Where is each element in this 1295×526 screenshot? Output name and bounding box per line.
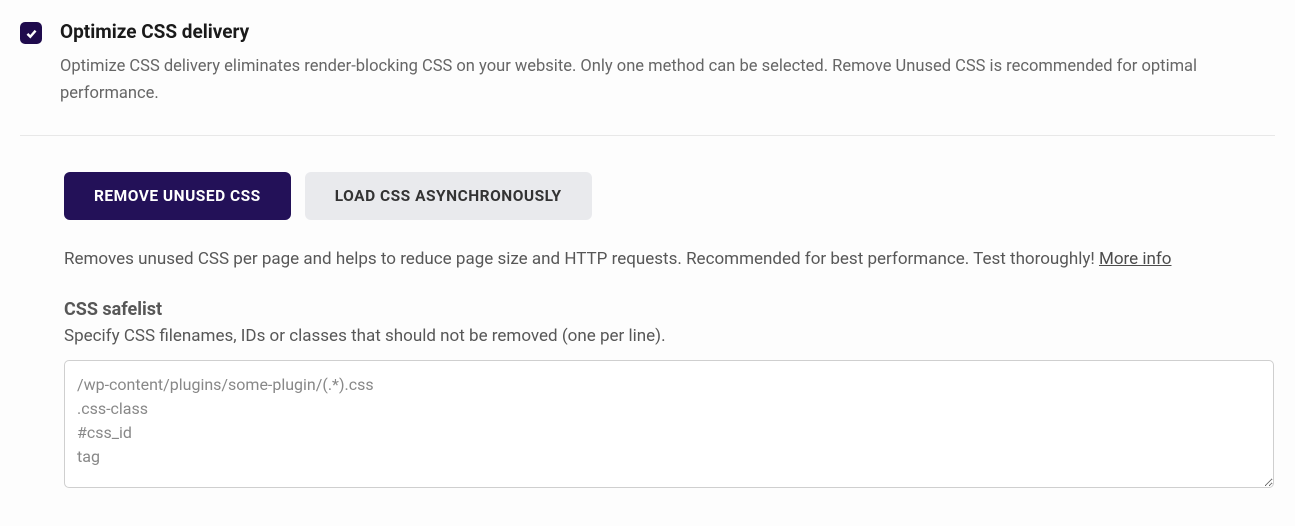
tab-remove-unused-css[interactable]: Remove Unused CSS <box>64 172 291 220</box>
tabs: Remove Unused CSS Load CSS Asynchronousl… <box>64 172 1275 220</box>
tab-description-text: Removes unused CSS per page and helps to… <box>64 249 1099 269</box>
tab-load-css-async[interactable]: Load CSS Asynchronously <box>305 172 592 220</box>
checkmark-icon <box>25 27 38 40</box>
more-info-link[interactable]: More info <box>1099 249 1172 269</box>
checkbox-wrap <box>20 22 42 44</box>
option-title: Optimize CSS delivery <box>60 20 1275 43</box>
optimize-css-checkbox[interactable] <box>20 22 42 44</box>
safelist-textarea[interactable] <box>64 360 1274 488</box>
section-body: Remove Unused CSS Load CSS Asynchronousl… <box>20 136 1275 491</box>
safelist-description: Specify CSS filenames, IDs or classes th… <box>64 326 1275 346</box>
option-description: Optimize CSS delivery eliminates render-… <box>60 53 1275 107</box>
option-row: Optimize CSS delivery Optimize CSS deliv… <box>20 20 1275 136</box>
tab-description: Removes unused CSS per page and helps to… <box>64 246 1275 272</box>
option-content: Optimize CSS delivery Optimize CSS deliv… <box>60 20 1275 107</box>
safelist-title: CSS safelist <box>64 299 1275 320</box>
